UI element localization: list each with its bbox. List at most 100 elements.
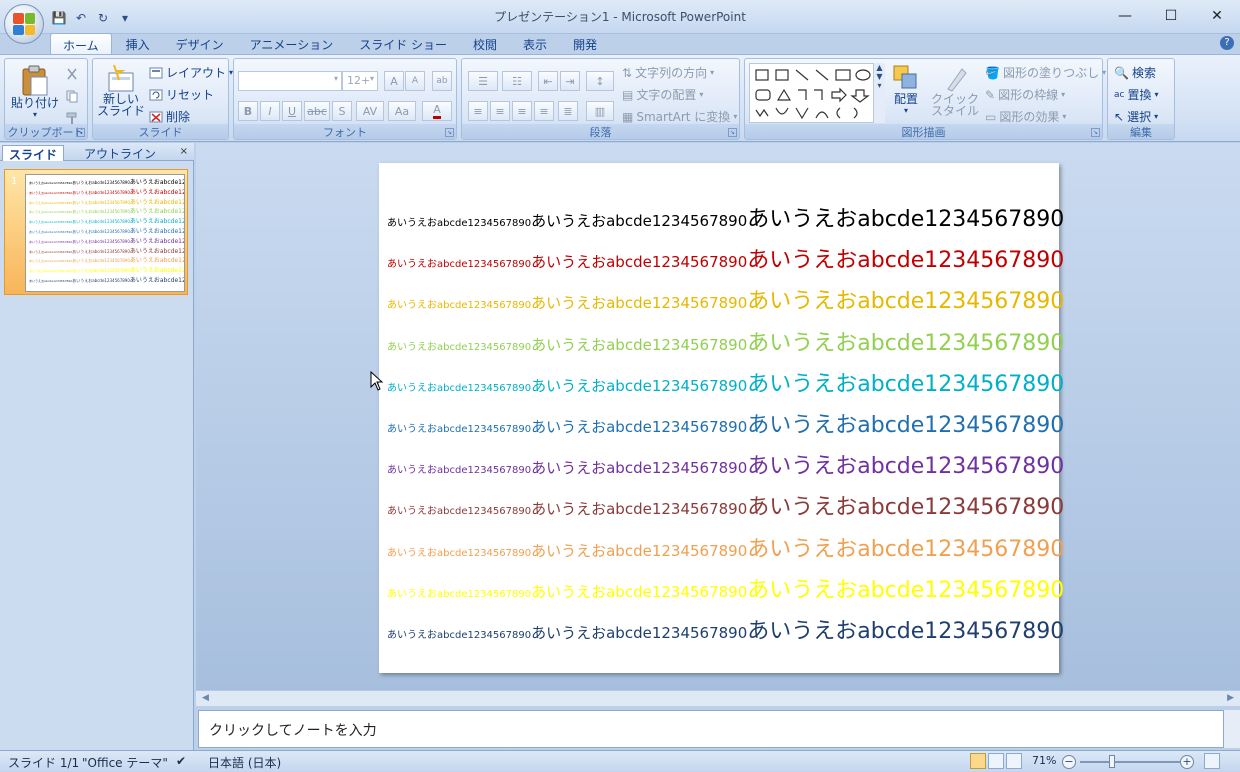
tab-insert[interactable]: 挿入 [114,33,162,55]
align-right-button[interactable]: ≡ [512,101,532,121]
scroll-left-icon[interactable]: ◀ [202,693,209,703]
notes-pane[interactable]: クリックしてノートを入力 [198,710,1224,748]
shapes-gallery[interactable] [749,63,885,123]
tab-design[interactable]: デザイン [164,33,236,55]
slide-text-row[interactable]: あいうえおabcde1234567890 あいうえおabcde1234567890… [387,366,1064,398]
tab-view[interactable]: 表示 [511,33,559,55]
line-spacing-button[interactable]: ↕ [586,71,614,91]
tab-slides[interactable]: スライド [2,145,65,162]
slide-sorter-view-button[interactable] [988,753,1004,769]
shrink-font-button[interactable]: A [405,71,425,91]
layout-button[interactable]: レイアウト ▾ [149,64,233,81]
underline-button[interactable]: U [282,101,302,121]
slide-text-row[interactable]: あいうえおabcde1234567890 あいうえおabcde1234567890… [387,242,1064,274]
office-button[interactable] [4,4,44,44]
notes-scrollbar[interactable] [1224,710,1240,748]
slide-text-row[interactable]: あいうえおabcde1234567890 あいうえおabcde1234567890… [387,489,1064,521]
clipboard-launcher-icon[interactable]: ↘ [76,128,85,137]
cut-icon[interactable] [65,67,79,81]
title-bar: 💾 ↶ ↻ ▾ プレゼンテーション1 - Microsoft PowerPoin… [0,0,1240,34]
slide-text-row[interactable]: あいうえおabcde1234567890 あいうえおabcde1234567890… [387,283,1064,315]
numbering-button[interactable]: ☷ [502,71,532,91]
slide-text-s2: あいうえおabcde1234567890 [531,459,748,478]
slide-text-row[interactable]: あいうえおabcde1234567890 あいうえおabcde1234567890… [387,531,1064,563]
tab-outline[interactable]: アウトライン [78,145,162,161]
slide-canvas[interactable]: あいうえおabcde1234567890 あいうえおabcde1234567890… [379,163,1064,673]
slide-text-row[interactable]: あいうえおabcde1234567890 あいうえおabcde1234567890… [387,325,1064,357]
slide-thumbnail-1[interactable]: 1 あいうえおabcde1234567890あいうえおabcde12345678… [4,169,188,295]
smartart-convert-button[interactable]: ▦ SmartArt に変換 ▾ [622,108,737,125]
align-text-button[interactable]: ▤ 文字の配置 ▾ [622,86,703,103]
strikethrough-button[interactable]: abc [304,101,330,121]
slide-text-s1: あいうえおabcde1234567890 [387,547,532,559]
bold-button[interactable]: B [238,101,258,121]
drawing-launcher-icon[interactable]: ↘ [1091,128,1100,137]
paste-button[interactable]: 貼り付け ▾ [11,65,59,121]
columns-button[interactable]: ▥ [586,101,614,121]
close-button[interactable]: ✕ [1194,0,1240,32]
zoom-in-button[interactable]: + [1180,755,1194,769]
align-left-button[interactable]: ≡ [468,101,488,121]
slide-text-row[interactable]: あいうえおabcde1234567890 あいうえおabcde1234567890… [387,407,1064,439]
slideshow-view-button[interactable] [1006,753,1022,769]
tab-review[interactable]: 校閲 [461,33,509,55]
quick-styles-button[interactable]: クイック スタイル [931,63,979,117]
increase-indent-button[interactable]: ⇥ [560,71,580,91]
language-status[interactable]: 日本語 (日本) [208,754,281,771]
shadow-button[interactable]: S [332,101,352,121]
zoom-level[interactable]: 71% [1032,754,1056,767]
select-button[interactable]: ↖ 選択 ▾ [1114,108,1158,125]
arrange-button[interactable]: 配置 ▾ [891,63,921,117]
find-button[interactable]: 🔍 検索 [1114,64,1156,81]
align-center-button[interactable]: ≡ [490,101,510,121]
grow-font-button[interactable]: A [384,71,404,91]
clear-format-button[interactable]: ab [432,71,452,91]
font-size-combo[interactable]: 12+ ▾ [342,71,378,91]
shape-effects-button[interactable]: ▭ 図形の効果 ▾ [985,108,1066,125]
tab-developer[interactable]: 開発 [561,33,609,55]
paragraph-launcher-icon[interactable]: ↘ [728,128,737,137]
bullets-button[interactable]: ☰ [468,71,498,91]
replace-button[interactable]: ac 置換 ▾ [1114,86,1159,103]
maximize-button[interactable]: ☐ [1148,0,1194,32]
shapes-gallery-scroll[interactable]: ▲ ▼ ▾ [873,63,885,123]
font-name-combo[interactable]: ▾ [238,71,342,91]
spellcheck-icon[interactable]: ✔ [176,754,186,768]
format-painter-icon[interactable] [65,111,79,125]
slide-text-row[interactable]: あいうえおabcde1234567890 あいうえおabcde1234567890… [387,201,1064,233]
normal-view-button[interactable] [970,753,986,769]
reset-button[interactable]: リセット [149,86,214,103]
help-icon[interactable]: ? [1220,36,1234,50]
minimize-button[interactable]: — [1102,0,1148,32]
shape-outline-button[interactable]: ✎ 図形の枠線 ▾ [985,86,1065,103]
fit-to-window-button[interactable] [1204,753,1220,769]
slide-text-row[interactable]: あいうえおabcde1234567890 あいうえおabcde1234567890… [387,448,1064,480]
slide-text-row[interactable]: あいうえおabcde1234567890 あいうえおabcde1234567890… [387,613,1064,645]
distributed-button[interactable]: ≣ [558,101,578,121]
new-slide-button[interactable]: 新しい スライド [97,65,145,117]
pane-close-icon[interactable]: × [180,146,188,157]
zoom-slider-knob[interactable] [1109,755,1115,768]
justify-button[interactable]: ≡ [534,101,554,121]
italic-button[interactable]: I [260,101,280,121]
character-spacing-button[interactable]: AV [356,101,384,121]
shape-fill-button[interactable]: 🪣 図形の塗りつぶし ▾ [985,64,1106,81]
zoom-slider[interactable] [1080,761,1180,763]
tab-home[interactable]: ホーム [50,33,112,55]
zoom-out-button[interactable]: − [1062,755,1076,769]
font-size-value: 12+ [347,74,371,87]
horizontal-scrollbar[interactable]: ◀ ▶ [196,690,1240,706]
tab-slideshow[interactable]: スライド ショー [347,33,459,55]
font-launcher-icon[interactable]: ↘ [445,128,454,137]
tab-animations[interactable]: アニメーション [238,33,346,55]
text-direction-button[interactable]: ⇅ 文字列の方向 ▾ [622,64,714,81]
group-paragraph: ☰ ☷ ⇤ ⇥ ↕ ≡ ≡ ≡ ≡ ≣ ▥ ⇅ 文字列の方向 ▾ ▤ 文字の配置 ▾ ▦… [461,58,740,140]
copy-icon[interactable] [65,89,79,103]
font-color-button[interactable]: A [422,101,452,121]
slide-text-row[interactable]: あいうえおabcde1234567890 あいうえおabcde1234567890… [387,572,1064,604]
delete-slide-button[interactable]: 削除 [149,108,190,125]
decrease-indent-button[interactable]: ⇤ [538,71,558,91]
change-case-button[interactable]: Aa [388,101,416,121]
scroll-right-icon[interactable]: ▶ [1227,693,1234,703]
mouse-cursor-icon [370,371,384,391]
